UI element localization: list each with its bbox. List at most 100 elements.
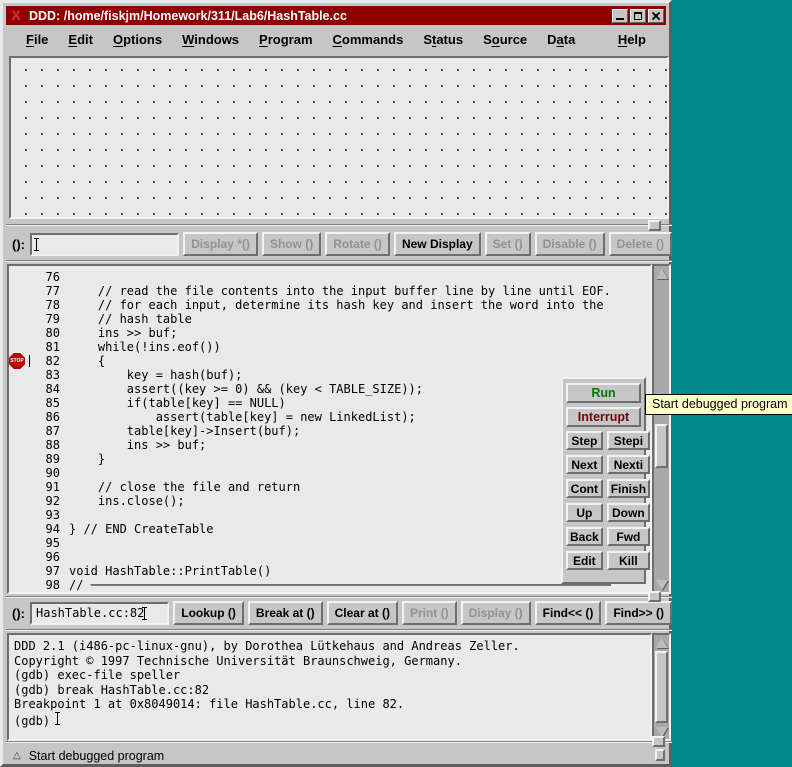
find-forward-button[interactable]: Find>> () (605, 601, 672, 625)
new-display-button[interactable]: New Display (394, 232, 481, 256)
source-scrollbar[interactable] (652, 264, 671, 594)
source-line: 77 // read the file contents into the in… (9, 284, 650, 298)
step-button[interactable]: Step (566, 431, 603, 450)
breakpoint-stop-icon[interactable]: STOP (9, 353, 25, 369)
down-button[interactable]: Down (607, 503, 650, 522)
cont-button[interactable]: Cont (566, 479, 603, 498)
gdb-console[interactable]: DDD 2.1 (i486-pc-linux-gnu), by Dorothea… (7, 633, 652, 741)
console-caret (57, 712, 58, 725)
back-button[interactable]: Back (566, 527, 603, 546)
menu-file[interactable]: File (16, 29, 58, 50)
console-line: DDD 2.1 (i486-pc-linux-gnu), by Dorothea… (14, 639, 645, 654)
stepi-button[interactable]: Stepi (607, 431, 650, 450)
source-scrollbar-thumb[interactable] (655, 424, 668, 468)
pane-separator (6, 596, 672, 598)
gdb-console-pane: DDD 2.1 (i486-pc-linux-gnu), by Dorothea… (7, 633, 671, 741)
source-line: 83 key = hash(buf); (9, 368, 650, 382)
desktop: X DDD: /home/fiskjm/Homework/311/Lab6/Ha… (0, 0, 792, 767)
finish-button[interactable]: Finish (607, 479, 650, 498)
maximize-icon (634, 12, 642, 20)
arg-label: (): (12, 606, 25, 621)
console-line: (gdb) exec-file speller (14, 668, 645, 683)
menu-bar: File Edit Options Windows Program Comman… (6, 25, 666, 54)
source-line: 98// ───────────────────────────────────… (9, 578, 650, 592)
display-arg-input[interactable] (30, 233, 179, 256)
set-button[interactable]: Set () (485, 232, 531, 256)
print-button[interactable]: Print () (402, 601, 457, 625)
text-caret (144, 607, 145, 620)
title-bar[interactable]: X DDD: /home/fiskjm/Homework/311/Lab6/Ha… (6, 6, 666, 25)
up-button[interactable]: Up (566, 503, 603, 522)
source-line: 87 table[key]->Insert(buf); (9, 424, 650, 438)
pane-separator (6, 224, 672, 226)
minimize-button[interactable] (612, 9, 628, 23)
scroll-up-icon[interactable] (655, 636, 668, 649)
break-at-button[interactable]: Break at () (248, 601, 323, 625)
pane-separator (6, 260, 672, 262)
source-line: 90 (9, 466, 650, 480)
ddd-main-window: X DDD: /home/fiskjm/Homework/311/Lab6/Ha… (0, 0, 672, 767)
lookup-button[interactable]: Lookup () (173, 601, 244, 625)
data-display-canvas[interactable] (9, 56, 669, 219)
console-line: Copyright © 1997 Technische Universität … (14, 654, 645, 669)
source-line: 92 ins.close(); (9, 494, 650, 508)
delete-button[interactable]: Delete () (609, 232, 672, 256)
menu-program[interactable]: Program (249, 29, 322, 50)
menu-edit[interactable]: Edit (58, 29, 103, 50)
fwd-button[interactable]: Fwd (607, 527, 650, 546)
pane-sash-handle[interactable] (648, 220, 661, 231)
menu-commands[interactable]: Commands (323, 29, 414, 50)
edit-button[interactable]: Edit (566, 551, 603, 570)
source-line: 96 (9, 550, 650, 564)
source-line: 91 // close the file and return (9, 480, 650, 494)
source-line: 97void HashTable::PrintTable() (9, 564, 650, 578)
find-backward-button[interactable]: Find<< () (535, 601, 602, 625)
ddd-logo-icon: X (8, 9, 24, 23)
console-line: (gdb) break HashTable.cc:82 (14, 683, 645, 698)
source-line: 76 (9, 270, 650, 284)
status-message: Start debugged program (29, 749, 165, 763)
menu-help[interactable]: Help (608, 29, 656, 50)
pane-separator (6, 741, 672, 743)
menu-source[interactable]: Source (473, 29, 537, 50)
close-button[interactable] (648, 9, 664, 23)
nexti-button[interactable]: Nexti (607, 455, 650, 474)
source-line: 79 // hash table (9, 312, 650, 326)
scroll-up-icon[interactable] (655, 267, 668, 280)
source-argument-row: (): HashTable.cc:82 Lookup () Break at (… (6, 599, 672, 627)
arg-label: (): (12, 237, 25, 252)
status-bar: △ Start debugged program (6, 744, 672, 767)
display-argument-row: (): Display *() Show () Rotate () New Di… (6, 230, 672, 258)
data-display-pane (7, 54, 671, 221)
source-line: 89 } (9, 452, 650, 466)
rotate-button[interactable]: Rotate () (325, 232, 390, 256)
source-line: 80 ins >> buf; (9, 326, 650, 340)
source-line: 94} // END CreateTable (9, 522, 650, 536)
display-button[interactable]: Display *() (183, 232, 258, 256)
pane-sash-handle[interactable] (652, 736, 665, 747)
pane-sash-handle[interactable] (655, 749, 665, 761)
text-caret (36, 238, 37, 251)
source-line: 93 (9, 508, 650, 522)
menu-status[interactable]: Status (413, 29, 473, 50)
maximize-button[interactable] (630, 9, 646, 23)
console-scrollbar[interactable] (652, 633, 671, 741)
kill-button[interactable]: Kill (607, 551, 650, 570)
run-button[interactable]: Run (566, 383, 641, 403)
next-button[interactable]: Next (566, 455, 603, 474)
disable-button[interactable]: Disable () (535, 232, 605, 256)
pane-sash-handle[interactable] (648, 591, 661, 602)
source-arg-input[interactable]: HashTable.cc:82 (30, 602, 169, 625)
menu-data[interactable]: Data (537, 29, 585, 50)
clear-at-button[interactable]: Clear at () (327, 601, 398, 625)
scroll-down-icon[interactable] (655, 578, 668, 591)
interrupt-button[interactable]: Interrupt (566, 407, 641, 427)
console-scrollbar-thumb[interactable] (655, 651, 668, 723)
menu-options[interactable]: Options (103, 29, 172, 50)
source-code-view[interactable]: 76 77 // read the file contents into the… (7, 264, 652, 594)
display-button-2[interactable]: Display () (461, 601, 531, 625)
command-tool-panel: Run Interrupt Step Stepi Next Nexti Cont… (561, 377, 646, 584)
menu-windows[interactable]: Windows (172, 29, 249, 50)
source-line: 88 ins >> buf; (9, 438, 650, 452)
show-button[interactable]: Show () (262, 232, 321, 256)
